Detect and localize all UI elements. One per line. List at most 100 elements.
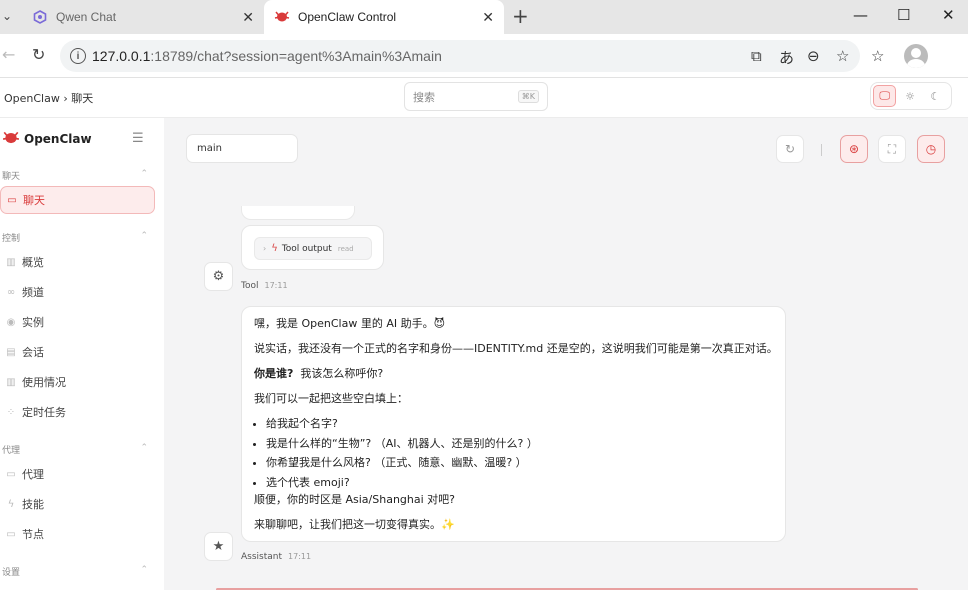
menu-icon[interactable]: ☰ [132, 131, 144, 146]
close-tab-icon[interactable]: ✕ [482, 9, 494, 26]
monitor-icon: ▭ [6, 528, 16, 540]
back-arrow-icon[interactable]: ← [2, 45, 15, 64]
tab-openclaw-control[interactable]: OpenClaw Control ✕ [264, 0, 504, 34]
sidebar-item-channels[interactable]: ∞ 频道 [0, 278, 155, 306]
minimize-button[interactable]: — [853, 6, 868, 24]
favorite-star-icon[interactable]: ☆ [836, 47, 849, 65]
site-info-icon[interactable]: i [70, 48, 86, 64]
sidebar-item-label: 概览 [22, 256, 44, 269]
sidebar-item-chat[interactable]: ▭ 聊天 [0, 186, 155, 214]
url-path: :18789/chat?session=agent%3Amain%3Amain [150, 48, 442, 64]
section-label: 聊天 [2, 172, 21, 182]
section-label: 代理 [2, 446, 21, 456]
sidebar-item-scheduled-tasks[interactable]: ⁘ 定时任务 [0, 398, 155, 426]
maximize-button[interactable]: ☐ [897, 6, 910, 24]
message-line: 说实话，我还没有一个正式的名字和身份——IDENTITY.md 还是空的，这说明… [254, 342, 778, 355]
chevron-up-icon: ⌃ [140, 169, 148, 179]
question-rest: 我该怎么称呼你? [300, 367, 384, 380]
sidebar-item-label: 技能 [22, 498, 44, 511]
history-clock-button[interactable]: ◷ [917, 135, 945, 163]
sender-role: Tool [241, 281, 259, 291]
sidebar-item-instances[interactable]: ◉ 实例 [0, 308, 155, 336]
bolt-icon: ϟ [271, 243, 278, 254]
session-selector[interactable]: main [186, 134, 298, 163]
search-input[interactable]: 搜索 ⌘K [404, 82, 548, 111]
url-field[interactable]: i 127.0.0.1:18789/chat?session=agent%3Am… [60, 40, 860, 72]
openclaw-logo-icon [274, 9, 290, 25]
list-item: 我是什么样的“生物”? （AI、机器人、还是别的什么? ） [266, 437, 538, 457]
search-shortcut: ⌘K [517, 90, 539, 103]
qwen-logo-icon [32, 9, 48, 25]
chat-main: main ↻ ⊛ ⛶ ◷ › ϟ Tool output read ⚙ Tool… [164, 118, 968, 590]
new-tab-button[interactable]: + [512, 4, 529, 28]
chevron-up-icon: ⌃ [140, 231, 148, 241]
refresh-button[interactable]: ↻ [776, 135, 804, 163]
chevron-up-icon: ⌃ [140, 443, 148, 453]
assistant-avatar: ★ [204, 532, 233, 561]
message-time: 17:11 [264, 281, 288, 290]
sidebar-item-nodes[interactable]: ▭ 节点 [0, 520, 155, 548]
chevron-up-icon: ⌃ [140, 565, 148, 575]
moon-theme-icon[interactable]: ☾ [924, 85, 947, 107]
star-icon: ★ [212, 539, 225, 554]
reload-icon[interactable]: ↻ [32, 45, 45, 64]
close-tab-icon[interactable]: ✕ [242, 9, 254, 26]
message-line: 我们可以一起把这些空白填上： [254, 392, 408, 405]
zoom-icon[interactable]: ⊖ [807, 47, 820, 65]
link-icon: ∞ [6, 286, 16, 298]
sidebar-item-agents[interactable]: ▭ 代理 [0, 460, 155, 488]
file-icon: ▤ [6, 346, 16, 358]
section-label: 控制 [2, 234, 21, 244]
bolt-icon: ϟ [7, 498, 15, 510]
assistant-meta: Assistant 17:11 [241, 552, 311, 562]
folder-icon: ▭ [6, 468, 16, 480]
tab-title: Qwen Chat [56, 10, 117, 24]
tool-avatar: ⚙ [204, 262, 233, 291]
sender-role: Assistant [241, 552, 283, 562]
message-line: 来聊聊吧，让我们把这一切变得真实。✨ [254, 518, 455, 531]
tab-list-chevron-icon[interactable]: ⌄ [2, 9, 12, 23]
sidebar-item-skills[interactable]: ϟ 技能 [0, 490, 155, 518]
tab-qwen-chat[interactable]: Qwen Chat ✕ [22, 0, 264, 34]
favorites-list-icon[interactable]: ☆ [871, 47, 884, 65]
breadcrumb: OpenClaw › 聊天 [4, 92, 94, 105]
bar-chart-icon: ▥ [6, 376, 16, 388]
monitor-theme-icon[interactable]: 🖵 [873, 85, 897, 107]
sidebar-item-sessions[interactable]: ▤ 会话 [0, 338, 155, 366]
sidebar-section-settings[interactable]: 设置 ⌃ [2, 565, 152, 578]
sidebar-item-label: 频道 [22, 286, 44, 299]
brain-toggle-button[interactable]: ⊛ [840, 135, 868, 163]
previous-message-card [241, 206, 355, 220]
gear-icon: ⚙ [212, 269, 225, 284]
sidebar-item-usage[interactable]: ▥ 使用情况 [0, 368, 155, 396]
address-bar-row: ← ↻ i 127.0.0.1:18789/chat?session=agent… [0, 34, 968, 78]
message-bullet-list: 给我起个名字? 我是什么样的“生物”? （AI、机器人、还是别的什么? ） 你希… [266, 417, 538, 495]
expand-chevron-icon: › [263, 244, 267, 253]
sidebar-section-chat[interactable]: 聊天 ⌃ [2, 169, 152, 182]
search-placeholder: 搜索 [413, 90, 435, 104]
browser-tabstrip: ⌄ Qwen Chat ✕ OpenClaw Control ✕ + — ☐ ✕ [0, 0, 968, 34]
message-question: 你是谁? 我该怎么称呼你? [254, 367, 383, 380]
close-window-button[interactable]: ✕ [942, 6, 955, 24]
assistant-message: 嘿，我是 OpenClaw 里的 AI 助手。😈 说实话，我还没有一个正式的名字… [241, 306, 786, 542]
sidebar-item-label: 定时任务 [22, 406, 66, 419]
app-header: OpenClaw › 聊天 搜索 ⌘K 🖵 ☼ ☾ [0, 78, 968, 118]
section-label: 设置 [2, 568, 21, 578]
app-logo[interactable]: OpenClaw [2, 130, 92, 148]
tool-output-tag: read [337, 244, 354, 253]
tool-output-toggle[interactable]: › ϟ Tool output read [254, 237, 372, 260]
sidebar-item-label: 节点 [22, 528, 44, 541]
sun-theme-icon[interactable]: ☼ [898, 85, 921, 107]
sidebar-section-control[interactable]: 控制 ⌃ [2, 231, 152, 244]
translate-icon[interactable]: あ [779, 47, 794, 68]
sidebar-section-agents[interactable]: 代理 ⌃ [2, 443, 152, 456]
chat-icon: ▭ [7, 194, 17, 206]
focus-mode-button[interactable]: ⛶ [878, 135, 906, 163]
tool-output-card: › ϟ Tool output read [241, 225, 384, 270]
sidebar-item-label: 实例 [22, 316, 44, 329]
tab-title: OpenClaw Control [298, 10, 397, 24]
sidebar-item-overview[interactable]: ▥ 概览 [0, 248, 155, 276]
copilot-icon[interactable]: ⧉ [751, 47, 762, 65]
list-item: 给我起个名字? [266, 417, 538, 437]
profile-avatar[interactable] [904, 44, 928, 68]
